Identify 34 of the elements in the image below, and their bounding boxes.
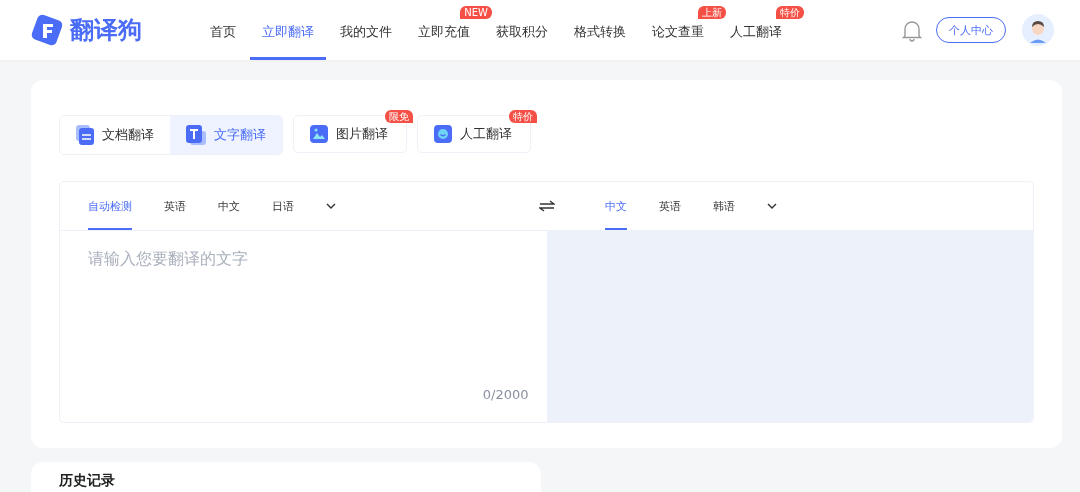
language-tab[interactable]: 自动检测 [88,182,132,230]
nav-badge: 上新 [698,6,726,19]
mode-badge: 特价 [509,110,537,123]
chat-icon [434,125,452,143]
chevron-down-icon[interactable] [766,203,777,209]
nav-link[interactable]: 论文查重 [640,21,716,60]
language-tab[interactable]: 中文 [218,182,240,230]
nav-badge: 特价 [776,6,804,19]
document-icon [76,125,94,145]
nav-link[interactable]: 获取积分 [484,21,560,60]
character-counter: 0/2000 [482,387,529,402]
nav-link[interactable]: 格式转换 [562,21,638,60]
placeholder-text: 请输入您要翻译的文字 [88,249,248,268]
chevron-down-icon[interactable] [326,203,336,209]
language-tab[interactable]: 英语 [658,182,681,230]
history-title: 历史记录 [59,472,115,488]
logo-text: 翻译狗 [70,15,142,46]
language-tab[interactable]: 日语 [272,182,294,230]
nav-link[interactable]: 首页 [198,21,248,60]
nav-badge: NEW [460,6,492,19]
mode-badge: 限免 [385,110,413,123]
nav-link[interactable]: 人工翻译 [718,21,794,60]
bell-icon[interactable] [902,18,922,42]
nav-link[interactable]: 立即翻译 [250,21,326,60]
image-icon [310,125,328,143]
language-tab[interactable]: 英语 [164,182,186,230]
user-center-button[interactable]: 个人中心 [936,17,1006,43]
swap-icon[interactable] [538,200,555,212]
avatar-icon[interactable] [1022,14,1054,46]
nav-link[interactable]: 我的文件 [328,21,404,60]
language-tab[interactable]: 韩语 [712,182,735,230]
text-icon [186,125,206,145]
nav-link[interactable]: 立即充值 [406,21,482,60]
mode-tab[interactable]: 文字翻译 [170,116,282,154]
